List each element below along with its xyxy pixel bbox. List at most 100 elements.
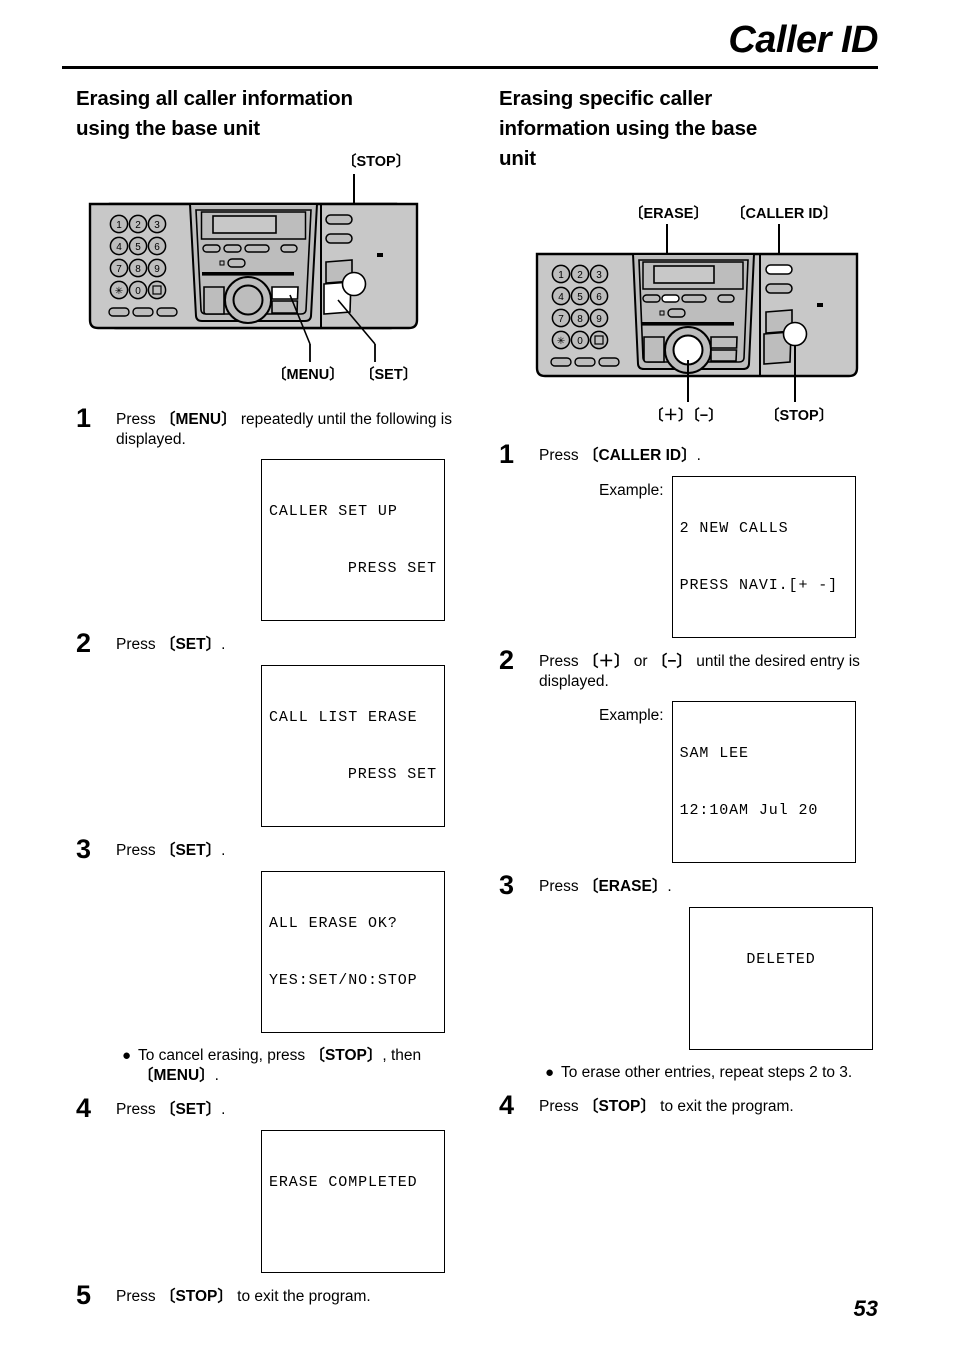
left-note-part1: To cancel erasing, press [138, 1047, 310, 1064]
right-step-3-lcd-line1: DELETED [746, 951, 816, 968]
left-step-3-lcd: ALL ERASE OK? YES:SET/NO:STOP [261, 871, 445, 1033]
indicator-led [219, 260, 225, 266]
bottom-oval-key-1 [108, 307, 130, 317]
right-step-3-lcd: DELETED [689, 907, 873, 1050]
keypad-label-9: 9 [154, 264, 160, 275]
right-step-2-text-before: Press [539, 653, 583, 670]
left-step-5-text-after: to exit the program. [232, 1288, 371, 1305]
right-step-1-text-before: Press [539, 447, 583, 464]
right-step-3: 3 Press 〔ERASE〕. [499, 872, 899, 899]
right-step-1-example-label: Example: [599, 482, 664, 499]
keypad-label-2: 2 [577, 270, 583, 281]
stop-key [782, 321, 808, 347]
right-section-heading-line1: Erasing specific caller [499, 87, 713, 110]
left-step-5-text: Press 〔STOP〕 to exit the program. [116, 1287, 476, 1307]
right-oval-key-1 [325, 214, 353, 225]
left-step-2-lcd-line1: CALL LIST ERASE [269, 709, 418, 726]
left-step-3-lcd-row: ALL ERASE OK? YES:SET/NO:STOP [76, 871, 476, 1033]
right-step-3-number: 3 [499, 870, 515, 900]
left-column: Erasing all caller information using the… [76, 84, 476, 1309]
left-step-2-lcd-row: CALL LIST ERASE PRESS SET [76, 665, 476, 827]
left-note: ● To cancel erasing, press 〔STOP〕, then … [76, 1046, 476, 1086]
left-section-heading-line2: using the base unit [76, 117, 260, 140]
right-step-1-lcd-line2: PRESS NAVI.[+ -] [679, 577, 839, 594]
function-button-1 [202, 244, 221, 253]
left-step-4-lcd-line1: ERASE COMPLETED [269, 1174, 418, 1191]
right-device-figure: 〔ERASE〕 〔CALLER ID〕 1 2 3 4 5 6 7 8 9 ✳ … [499, 180, 899, 432]
left-flat-key [643, 336, 665, 363]
right-step-3-text-before: Press [539, 878, 583, 895]
right-step-1: 1 Press 〔CALLER ID〕. [499, 441, 899, 468]
right-step-2-key: 〔＋〕 [582, 653, 630, 670]
left-step-1-number: 1 [76, 403, 92, 433]
left-step-2-number: 2 [76, 628, 92, 658]
keypad-label-1: 1 [558, 270, 564, 281]
left-note-part2: , then [382, 1047, 422, 1064]
left-step-5: 5 Press 〔STOP〕 to exit the program. [76, 1282, 476, 1309]
callout-plus-minus-label: 〔＋〕〔−〕 [649, 408, 723, 424]
left-step-2-text-after: . [221, 636, 226, 653]
right-step-4-key: 〔STOP〕 [582, 1098, 656, 1115]
left-step-4: 4 Press 〔SET〕. [76, 1095, 476, 1122]
left-step-3-text: Press 〔SET〕. [116, 841, 476, 861]
small-button [227, 258, 246, 268]
left-step-3: 3 Press 〔SET〕. [76, 836, 476, 863]
left-step-2-text: Press 〔SET〕. [116, 635, 476, 655]
right-oval-key-2 [765, 283, 793, 294]
left-flat-key [203, 286, 225, 315]
right-column: Erasing specific caller information usin… [499, 84, 899, 1120]
right-step-2-example-label: Example: [599, 707, 664, 724]
header-divider [62, 66, 878, 69]
left-step-3-lcd-line1: ALL ERASE OK? [269, 915, 398, 932]
left-note-bullet-icon: ● [122, 1047, 132, 1064]
keypad-label-3: 3 [154, 220, 160, 231]
bottom-oval-key-2 [574, 357, 596, 367]
keypad-label-8: 8 [577, 314, 583, 325]
left-step-4-lcd-row: ERASE COMPLETED [76, 1130, 476, 1273]
keypad-key-hash [589, 330, 609, 350]
right-step-1-key: 〔CALLER ID〕 [582, 447, 697, 464]
function-button-3 [244, 244, 270, 253]
keypad-label-9: 9 [596, 314, 602, 325]
keypad-label-0: 0 [577, 336, 583, 347]
menu-key [271, 286, 299, 300]
left-step-2-lcd-line2: PRESS SET [347, 766, 437, 783]
bottom-oval-key-1 [550, 357, 572, 367]
right-note: ● To erase other entries, repeat steps 2… [499, 1063, 899, 1083]
left-step-3-key: 〔SET〕 [159, 842, 222, 859]
left-step-3-lcd-line2: YES:SET/NO:STOP [269, 972, 418, 989]
keypad-label-7: 7 [116, 264, 122, 275]
console-separator-bar [642, 322, 734, 326]
function-button-3 [681, 294, 707, 303]
keypad-label-2: 2 [135, 220, 141, 231]
keypad-label-star: ✳ [557, 336, 565, 347]
left-step-3-text-after: . [221, 842, 226, 859]
callout-set-label: 〔SET〕 [360, 367, 418, 383]
below-menu-key [710, 349, 738, 362]
left-step-1: 1 Press 〔MENU〕 repeatedly until the foll… [76, 405, 476, 450]
right-step-4-text-after: to exit the program. [655, 1098, 794, 1115]
right-step-1-text: Press 〔CALLER ID〕. [539, 446, 899, 466]
right-step-2: 2 Press 〔＋〕 or 〔−〕 until the desired ent… [499, 647, 899, 692]
left-step-3-number: 3 [76, 834, 92, 864]
right-indicator-marker [817, 303, 823, 307]
right-step-3-lcd-row: DELETED [499, 907, 899, 1050]
left-step-1-lcd-row: CALLER SET UP PRESS SET [76, 459, 476, 621]
right-step-1-lcd: 2 NEW CALLS PRESS NAVI.[+ -] [671, 476, 856, 638]
left-step-4-number: 4 [76, 1093, 92, 1123]
right-step-2-text-mid: or [629, 653, 652, 670]
right-step-4-text-before: Press [539, 1098, 583, 1115]
right-step-3-text-after: . [667, 878, 672, 895]
left-section-heading-line1: Erasing all caller information [76, 87, 353, 110]
right-step-4-number: 4 [499, 1090, 515, 1120]
left-step-3-text-before: Press [116, 842, 160, 859]
right-step-2-text: Press 〔＋〕 or 〔−〕 until the desired entry… [539, 652, 899, 692]
right-step-1-text-after: . [696, 447, 701, 464]
right-section-heading-line3: unit [499, 147, 536, 170]
left-note-key1: 〔STOP〕 [309, 1047, 383, 1064]
right-oval-key-2 [325, 233, 353, 244]
function-button-1 [642, 294, 661, 303]
keypad-label-5: 5 [577, 292, 583, 303]
left-step-4-key: 〔SET〕 [159, 1101, 222, 1118]
left-step-5-key: 〔STOP〕 [159, 1288, 233, 1305]
